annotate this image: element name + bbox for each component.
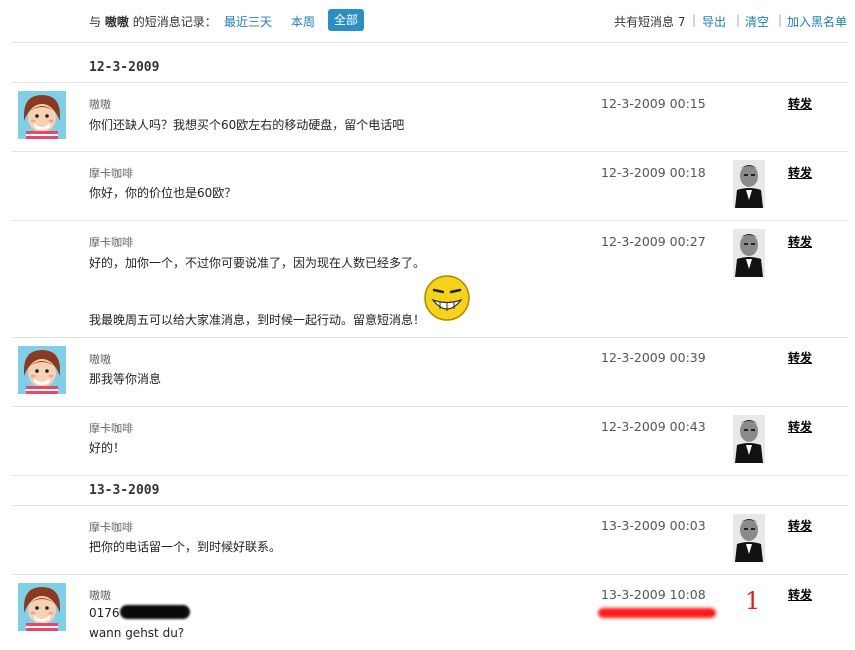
girl-avatar-icon[interactable] [18,583,66,631]
divider [12,220,848,221]
man-photo-avatar-icon[interactable] [733,229,765,277]
message-sender: 摩卡咖啡 [89,521,133,534]
date-group-header: 12-3-2009 [89,60,160,75]
label-suffix: 的短消息记录： [132,15,217,29]
message-time: 13-3-2009 00:03 [601,518,706,533]
man-photo-avatar-icon[interactable] [733,514,765,562]
separator: | [736,13,741,27]
message-text: 0176 [89,606,120,620]
divider [12,337,848,338]
forward-link[interactable]: 转发 [788,164,812,181]
message-text: 把你的电话留一个，到时候好联系。 [89,540,282,554]
label-prefix: 与 [89,15,102,29]
message-text: 我最晚周五可以给大家准消息，到时候一起行动。留意短消息！ [89,313,426,327]
message-text: 好的！ [89,441,126,455]
grinning-smiley-icon [424,275,470,321]
history-label: 与 嗷嗷 的短消息记录： [89,13,217,30]
divider [12,42,848,43]
date-group-header: 13-3-2009 [89,483,160,498]
message-sender: 嗷嗷 [89,589,111,602]
export-link[interactable]: 导出 [702,13,726,30]
separator: | [692,13,697,27]
contact-name: 嗷嗷 [104,15,129,29]
message-count: 共有短消息 7 [614,15,686,29]
forward-link[interactable]: 转发 [788,233,812,250]
toolbar: 与 嗷嗷 的短消息记录： 最近三天 本周 全部 共有短消息 7 | 导出 | 清… [0,0,855,42]
message-text: 好的，加你一个，不过你可要说准了，因为现在人数已经多了。 [89,256,426,270]
forward-link[interactable]: 转发 [788,586,812,603]
message-sender: 摩卡咖啡 [89,236,133,249]
message-sender: 摩卡咖啡 [89,167,133,180]
divider [12,82,848,83]
separator: | [778,13,783,27]
forward-link[interactable]: 转发 [788,349,812,366]
man-photo-avatar-icon[interactable] [733,415,765,463]
forward-link[interactable]: 转发 [788,95,812,112]
message-sender: 嗷嗷 [89,353,111,366]
girl-avatar-icon[interactable] [18,91,66,139]
message-time: 12-3-2009 00:27 [601,234,706,249]
message-text: 你们还缺人吗？我想买个60欧左右的移动硬盘，留个电话吧 [89,118,405,132]
message-time: 13-3-2009 10:08 [601,587,706,602]
divider [12,574,848,575]
red-highlight-mark [598,608,716,618]
clear-link[interactable]: 清空 [745,13,769,30]
forward-link[interactable]: 转发 [788,418,812,435]
filter-all[interactable]: 全部 [328,9,365,31]
filter-this-week[interactable]: 本周 [291,13,315,30]
message-text: wann gehst du? [89,626,185,640]
redaction-mark [120,605,190,619]
annotation-number: 1 [745,587,761,615]
blacklist-link[interactable]: 加入黑名单 [787,13,847,30]
message-text: 你好，你的价位也是60欧？ [89,186,237,200]
message-time: 12-3-2009 00:15 [601,96,706,111]
divider [12,151,848,152]
divider [12,505,848,506]
message-time: 12-3-2009 00:18 [601,165,706,180]
filter-last-three-days[interactable]: 最近三天 [224,13,272,30]
message-time: 12-3-2009 00:39 [601,350,706,365]
forward-link[interactable]: 转发 [788,517,812,534]
divider [12,406,848,407]
message-sender: 摩卡咖啡 [89,422,133,435]
message-sender: 嗷嗷 [89,98,111,111]
girl-avatar-icon[interactable] [18,346,66,394]
message-text: 那我等你消息 [89,372,162,386]
divider [12,475,848,476]
message-time: 12-3-2009 00:43 [601,419,706,434]
man-photo-avatar-icon[interactable] [733,160,765,208]
